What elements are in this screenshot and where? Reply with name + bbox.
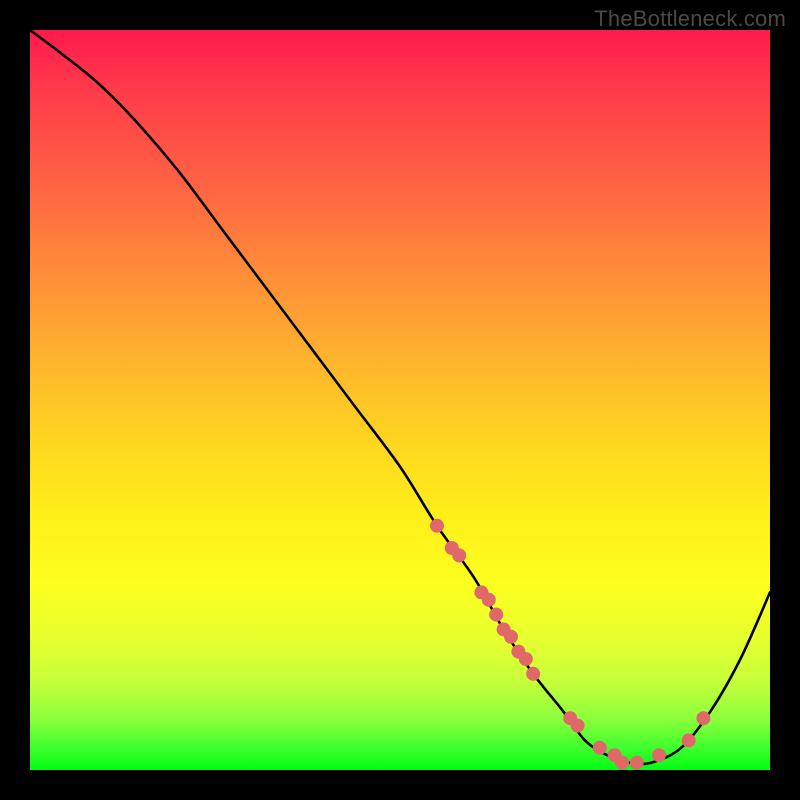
scatter-dot xyxy=(504,630,518,644)
scatter-dot xyxy=(452,548,466,562)
scatter-dot xyxy=(615,756,629,770)
scatter-dot xyxy=(526,667,540,681)
scatter-dot xyxy=(519,652,533,666)
scatter-dot xyxy=(489,608,503,622)
scatter-dot xyxy=(571,719,585,733)
chart-svg xyxy=(30,30,770,770)
bottleneck-curve xyxy=(30,30,770,764)
scatter-dot xyxy=(482,593,496,607)
watermark-text: TheBottleneck.com xyxy=(594,6,786,32)
chart-frame: TheBottleneck.com xyxy=(0,0,800,800)
scatter-dot xyxy=(696,711,710,725)
scatter-dot xyxy=(652,748,666,762)
scatter-dot xyxy=(593,741,607,755)
scatter-dots xyxy=(430,519,710,770)
scatter-dot xyxy=(682,733,696,747)
scatter-dot xyxy=(430,519,444,533)
scatter-dot xyxy=(630,756,644,770)
